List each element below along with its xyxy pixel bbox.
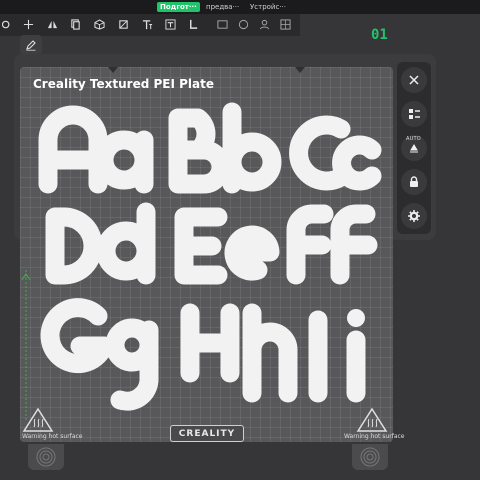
list-icon (409, 109, 420, 119)
glyph-B (168, 108, 231, 194)
gear-icon (408, 210, 420, 222)
glyph-c (332, 135, 382, 191)
warning-text-right: Warning hot surface (344, 433, 405, 440)
glyph-A (38, 105, 108, 194)
lock-icon (410, 176, 418, 187)
plate-foot-right (352, 444, 388, 470)
glyph-h (242, 303, 298, 403)
glyph-G (40, 298, 114, 374)
auto-label: AUTO (406, 136, 421, 142)
plate-logo-text: CREALITY (178, 428, 236, 439)
auto-arrange-button[interactable]: AUTO (401, 135, 427, 161)
glyph-i-dot (347, 309, 365, 327)
plate-foot-left (28, 444, 64, 470)
lock-button[interactable] (401, 169, 427, 195)
glyph-F (286, 204, 334, 285)
axis-indicator (21, 270, 31, 420)
fingerprint-icon (360, 447, 380, 467)
glyph-f (330, 204, 378, 285)
glyph-H (180, 303, 240, 383)
close-button[interactable] (401, 67, 427, 93)
list-button[interactable] (401, 101, 427, 127)
warning-text-left: Warning hot surface (22, 433, 83, 440)
object-side-panel: AUTO (397, 62, 431, 234)
plate-logo: CREALITY (170, 425, 244, 442)
fingerprint-icon (36, 447, 56, 467)
close-icon (409, 75, 419, 85)
glyph-E (174, 207, 228, 285)
glyph-D (45, 207, 103, 285)
glyph-e (224, 225, 280, 281)
settings-button[interactable] (401, 203, 427, 229)
auto-arrange-icon (410, 144, 418, 153)
